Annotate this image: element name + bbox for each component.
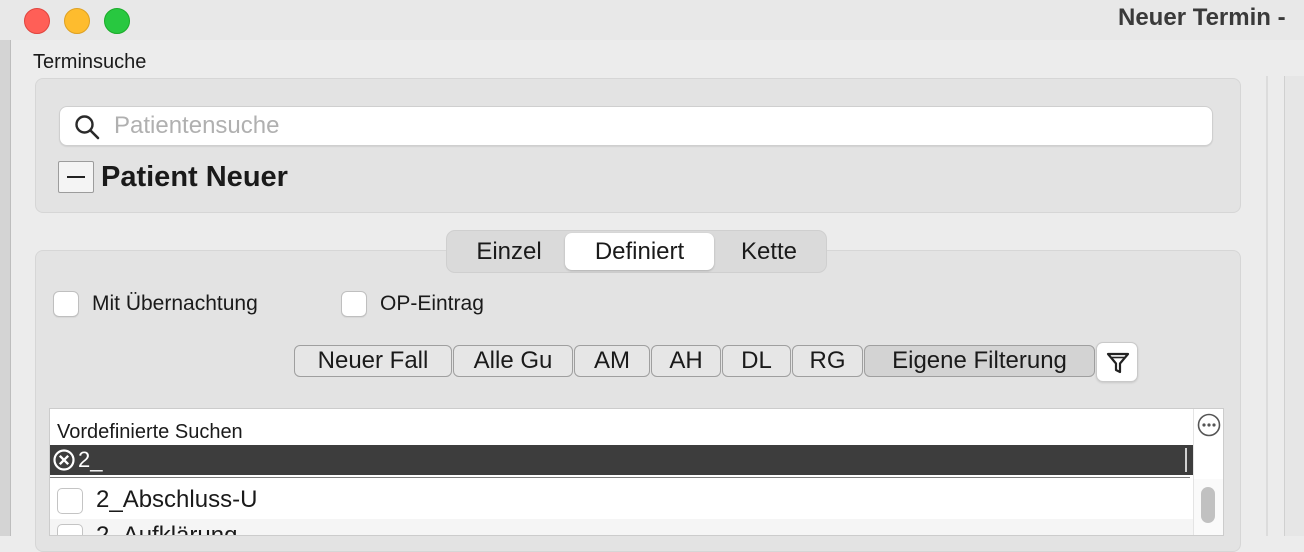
list-item[interactable]: 2_Abschluss-U — [50, 483, 1193, 519]
collapse-patient-button[interactable] — [58, 161, 94, 193]
list-item-label: 2_Aufklärung — [96, 522, 238, 536]
mit-uebernachtung-label: Mit Übernachtung — [92, 292, 258, 315]
filter-rg-button[interactable]: RG — [792, 345, 863, 377]
tab-einzel[interactable]: Einzel — [457, 233, 561, 270]
background-window-edge — [0, 40, 11, 536]
divider — [50, 477, 1190, 478]
op-eintrag-checkbox[interactable] — [341, 291, 367, 317]
field-edge — [1185, 448, 1187, 472]
window-titlebar: Neuer Termin - — [0, 0, 1304, 40]
tab-kette[interactable]: Kette — [719, 233, 819, 270]
list-item[interactable]: 2_Aufklärung — [50, 519, 1193, 536]
op-eintrag-label: OP-Eintrag — [380, 292, 484, 315]
list-item-checkbox[interactable] — [57, 488, 83, 514]
close-window-button[interactable] — [24, 8, 50, 34]
section-title: Terminsuche — [33, 51, 147, 73]
filter-eigene-filterung-button[interactable]: Eigene Filterung — [864, 345, 1095, 377]
filter-dl-button[interactable]: DL — [722, 345, 791, 377]
predefined-searches-list: Vordefinierte Suchen 2_ 2_Abschluss-U 2_… — [49, 408, 1224, 536]
window-title: Neuer Termin - — [1118, 4, 1286, 31]
filter-neuer-fall-button[interactable]: Neuer Fall — [294, 345, 452, 377]
patient-name: Patient Neuer — [101, 161, 288, 193]
maximize-window-button[interactable] — [104, 8, 130, 34]
filter-alle-gu-button[interactable]: Alle Gu — [453, 345, 573, 377]
scrollbar-thumb[interactable] — [1201, 487, 1215, 523]
filter-am-button[interactable]: AM — [574, 345, 650, 377]
filter-settings-button[interactable] — [1096, 342, 1138, 382]
minimize-window-button[interactable] — [64, 8, 90, 34]
predefined-filter-field[interactable]: 2_ — [50, 445, 1193, 475]
funnel-icon — [1106, 352, 1130, 374]
filter-ah-button[interactable]: AH — [651, 345, 721, 377]
tab-definiert[interactable]: Definiert — [565, 233, 714, 270]
search-icon — [74, 114, 100, 140]
mit-uebernachtung-checkbox[interactable] — [53, 291, 79, 317]
right-pane — [1284, 76, 1304, 536]
ellipsis-circle-icon[interactable] — [1197, 413, 1221, 437]
search-mode-tabs: Einzel Definiert Kette — [446, 230, 827, 273]
list-item-checkbox[interactable] — [57, 524, 83, 535]
list-header: Vordefinierte Suchen — [57, 421, 243, 443]
pane-divider[interactable] — [1266, 76, 1268, 536]
filter-text: 2_ — [78, 447, 103, 472]
patient-search-box[interactable] — [59, 106, 1213, 146]
clear-filter-icon[interactable] — [53, 449, 75, 471]
list-item-label: 2_Abschluss-U — [96, 486, 258, 513]
patient-search-input[interactable] — [114, 107, 1194, 145]
